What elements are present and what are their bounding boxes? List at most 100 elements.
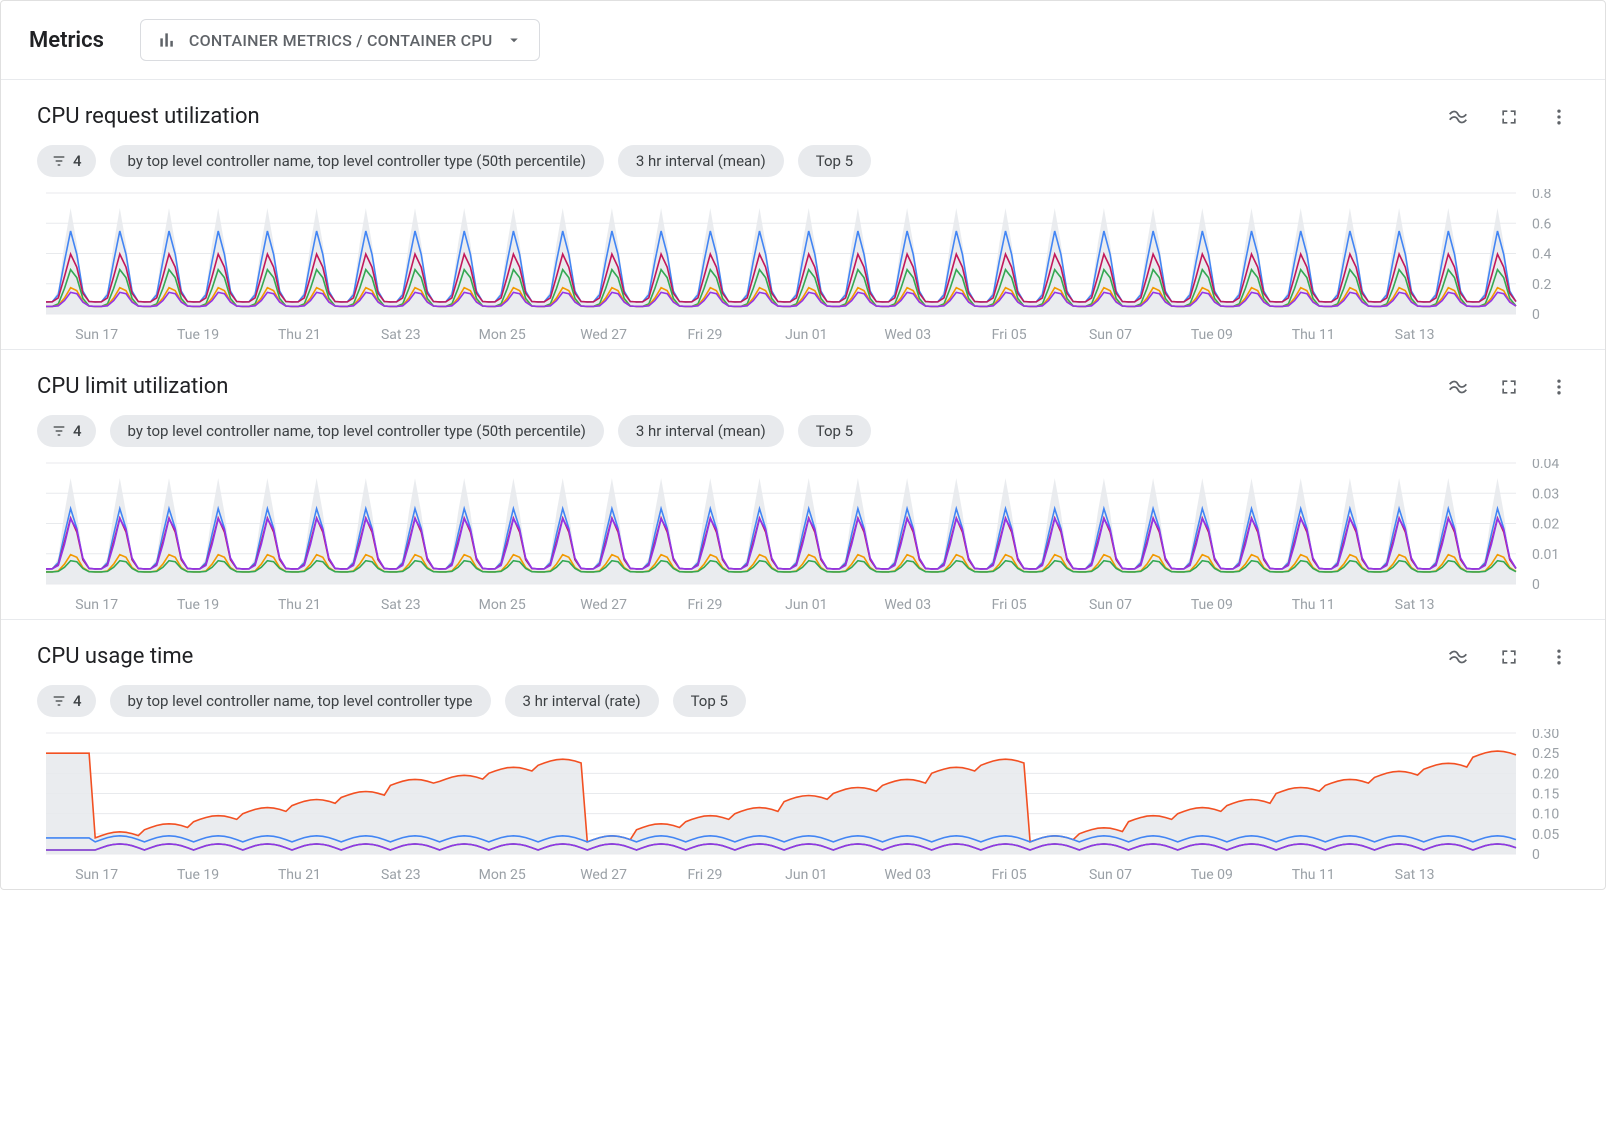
y-tick-label: 0.02 xyxy=(1532,517,1559,533)
rank-chip[interactable]: Top 5 xyxy=(798,145,871,177)
x-tick-label: Wed 03 xyxy=(884,597,931,613)
panel-header: CPU request utilization xyxy=(1,104,1605,145)
x-tick-label: Jun 01 xyxy=(785,597,827,613)
rank-chip[interactable]: Top 5 xyxy=(673,685,746,717)
legend-toggle-icon[interactable] xyxy=(1447,106,1469,128)
filter-icon xyxy=(51,423,67,439)
filter-icon xyxy=(51,693,67,709)
chart: 00.20.40.60.8Sun 17Tue 19Thu 21Sat 23Mon… xyxy=(1,189,1605,349)
filter-count: 4 xyxy=(73,422,82,440)
filter-count: 4 xyxy=(73,692,82,710)
x-tick-label: Tue 09 xyxy=(1191,327,1233,343)
y-tick-label: 0.04 xyxy=(1532,459,1559,472)
panel-cpu-limit-utilization: CPU limit utilization 4 by top level con… xyxy=(1,349,1605,619)
fullscreen-icon[interactable] xyxy=(1499,377,1519,397)
x-tick-label: Thu 11 xyxy=(1292,597,1335,613)
interval-chip[interactable]: 3 hr interval (mean) xyxy=(618,415,784,447)
x-tick-label: Tue 19 xyxy=(177,597,219,613)
interval-chip[interactable]: 3 hr interval (rate) xyxy=(505,685,659,717)
x-tick-label: Wed 03 xyxy=(884,327,931,343)
x-tick-label: Fri 29 xyxy=(688,597,723,613)
x-tick-label: Tue 09 xyxy=(1191,597,1233,613)
metric-selector[interactable]: CONTAINER METRICS / CONTAINER CPU xyxy=(140,19,540,61)
fullscreen-icon[interactable] xyxy=(1499,107,1519,127)
x-tick-label: Sun 17 xyxy=(75,327,118,343)
x-tick-label: Sun 07 xyxy=(1089,327,1132,343)
header: Metrics CONTAINER METRICS / CONTAINER CP… xyxy=(1,1,1605,79)
x-tick-label: Sun 07 xyxy=(1089,597,1132,613)
y-tick-label: 0 xyxy=(1532,307,1540,323)
legend-toggle-icon[interactable] xyxy=(1447,646,1469,668)
x-tick-label: Wed 27 xyxy=(580,327,627,343)
y-tick-label: 0.30 xyxy=(1532,729,1559,742)
y-tick-label: 0 xyxy=(1532,577,1540,593)
x-tick-label: Fri 29 xyxy=(688,867,723,883)
y-tick-label: 0.20 xyxy=(1532,766,1559,782)
interval-chip[interactable]: 3 hr interval (mean) xyxy=(618,145,784,177)
groupby-chip[interactable]: by top level controller name, top level … xyxy=(110,415,604,447)
y-tick-label: 0.15 xyxy=(1532,787,1559,803)
panel-title: CPU request utilization xyxy=(37,104,260,129)
y-tick-label: 0.6 xyxy=(1532,216,1552,232)
panel-header: CPU limit utilization xyxy=(1,374,1605,415)
x-tick-label: Mon 25 xyxy=(479,327,526,343)
chart-svg: 00.010.020.030.04Sun 17Tue 19Thu 21Sat 2… xyxy=(37,459,1595,619)
x-tick-label: Fri 29 xyxy=(688,327,723,343)
x-tick-label: Mon 25 xyxy=(479,597,526,613)
x-tick-label: Wed 27 xyxy=(580,867,627,883)
chart-svg: 00.20.40.60.8Sun 17Tue 19Thu 21Sat 23Mon… xyxy=(37,189,1595,349)
more-icon[interactable] xyxy=(1549,647,1569,667)
panel-cpu-request-utilization: CPU request utilization 4 by top level c… xyxy=(1,79,1605,349)
x-tick-label: Sat 23 xyxy=(381,327,421,343)
x-tick-label: Wed 03 xyxy=(884,867,931,883)
x-tick-label: Sun 07 xyxy=(1089,867,1132,883)
fullscreen-icon[interactable] xyxy=(1499,647,1519,667)
x-tick-label: Tue 09 xyxy=(1191,867,1233,883)
page-title: Metrics xyxy=(29,28,104,53)
filter-icon xyxy=(51,153,67,169)
x-tick-label: Fri 05 xyxy=(992,597,1027,613)
y-tick-label: 0.03 xyxy=(1532,486,1559,502)
x-tick-label: Tue 19 xyxy=(177,867,219,883)
y-tick-label: 0.25 xyxy=(1532,746,1559,762)
groupby-chip[interactable]: by top level controller name, top level … xyxy=(110,685,491,717)
x-tick-label: Sun 17 xyxy=(75,867,118,883)
rank-chip[interactable]: Top 5 xyxy=(798,415,871,447)
x-tick-label: Jun 01 xyxy=(785,867,827,883)
x-tick-label: Sat 23 xyxy=(381,867,421,883)
y-tick-label: 0.8 xyxy=(1532,189,1552,202)
panel-actions xyxy=(1447,646,1569,668)
filter-count: 4 xyxy=(73,152,82,170)
chart: 00.050.100.150.200.250.30Sun 17Tue 19Thu… xyxy=(1,729,1605,889)
y-tick-label: 0.05 xyxy=(1532,827,1559,843)
x-tick-label: Wed 27 xyxy=(580,597,627,613)
y-tick-label: 0.2 xyxy=(1532,277,1552,293)
x-tick-label: Thu 11 xyxy=(1292,867,1335,883)
more-icon[interactable] xyxy=(1549,377,1569,397)
more-icon[interactable] xyxy=(1549,107,1569,127)
groupby-chip[interactable]: by top level controller name, top level … xyxy=(110,145,604,177)
x-tick-label: Sat 23 xyxy=(381,597,421,613)
chips-row: 4 by top level controller name, top leve… xyxy=(1,415,1605,459)
chevron-down-icon xyxy=(505,31,523,49)
panel-title: CPU usage time xyxy=(37,644,193,669)
x-tick-label: Tue 19 xyxy=(177,327,219,343)
chips-row: 4 by top level controller name, top leve… xyxy=(1,685,1605,729)
chips-row: 4 by top level controller name, top leve… xyxy=(1,145,1605,189)
filter-chip[interactable]: 4 xyxy=(37,145,96,177)
panel-title: CPU limit utilization xyxy=(37,374,228,399)
metric-selector-label: CONTAINER METRICS / CONTAINER CPU xyxy=(189,31,493,50)
chart-svg: 00.050.100.150.200.250.30Sun 17Tue 19Thu… xyxy=(37,729,1595,889)
panel-cpu-usage-time: CPU usage time 4 by top level controller… xyxy=(1,619,1605,889)
y-tick-label: 0.4 xyxy=(1532,247,1552,263)
x-tick-label: Sat 13 xyxy=(1395,867,1435,883)
x-tick-label: Thu 21 xyxy=(278,597,321,613)
x-tick-label: Fri 05 xyxy=(992,327,1027,343)
panel-actions xyxy=(1447,106,1569,128)
y-tick-label: 0.01 xyxy=(1532,547,1559,563)
bar-chart-icon xyxy=(157,30,177,50)
filter-chip[interactable]: 4 xyxy=(37,685,96,717)
filter-chip[interactable]: 4 xyxy=(37,415,96,447)
x-tick-label: Sat 13 xyxy=(1395,327,1435,343)
legend-toggle-icon[interactable] xyxy=(1447,376,1469,398)
